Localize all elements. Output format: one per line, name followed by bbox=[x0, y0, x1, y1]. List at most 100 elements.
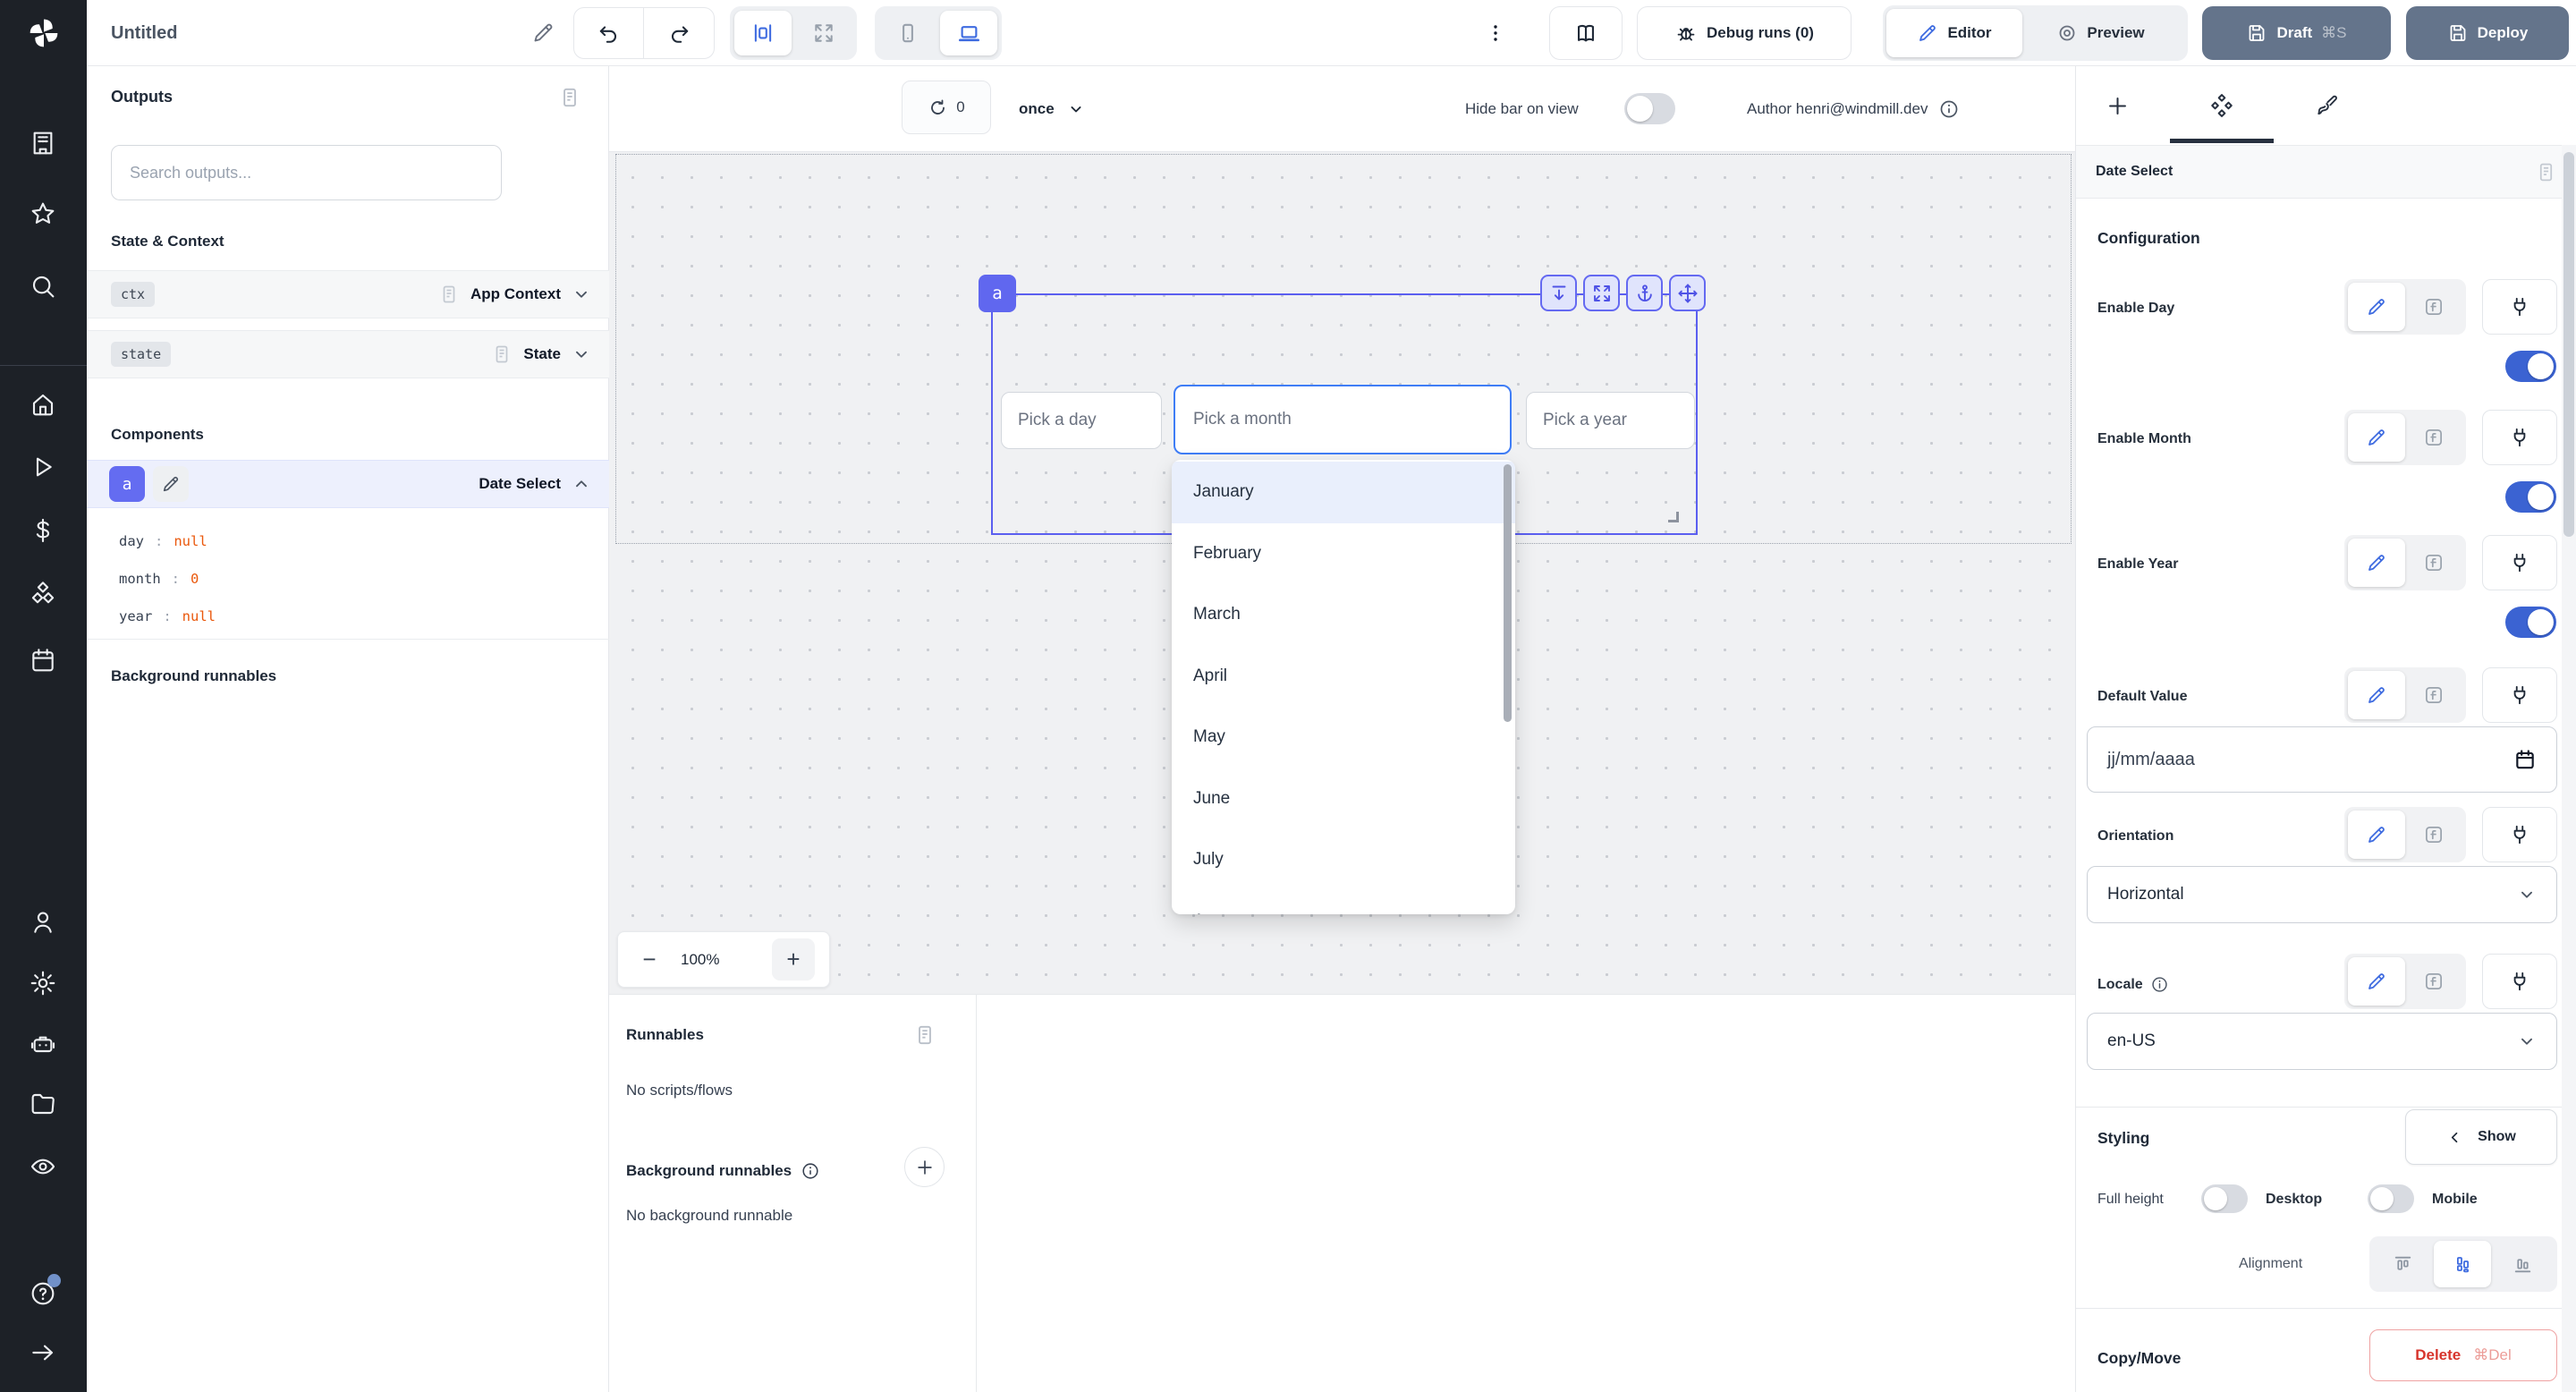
connect-input-button[interactable] bbox=[2482, 807, 2557, 862]
calendar-icon[interactable] bbox=[25, 642, 61, 678]
star-icon[interactable] bbox=[25, 196, 61, 232]
centered-layout-button[interactable] bbox=[734, 11, 792, 55]
connect-input-button[interactable] bbox=[2482, 667, 2557, 723]
expand-button[interactable] bbox=[1583, 275, 1620, 311]
panel-doc-icon[interactable] bbox=[2535, 161, 2557, 183]
play-icon[interactable] bbox=[25, 449, 61, 485]
mobile-view-button[interactable] bbox=[879, 11, 936, 55]
redo-button[interactable] bbox=[644, 8, 714, 58]
panel-scrollbar[interactable] bbox=[2562, 145, 2576, 1392]
static-editor-button[interactable] bbox=[2348, 957, 2405, 1006]
full-height-toggle[interactable] bbox=[2201, 1184, 2248, 1213]
expression-editor-button[interactable] bbox=[2405, 539, 2462, 587]
schedule-dropdown[interactable]: once bbox=[1019, 66, 1085, 152]
toggle-enable-year[interactable] bbox=[2505, 607, 2556, 638]
search-icon[interactable] bbox=[25, 268, 61, 304]
add-background-runnable-button[interactable] bbox=[904, 1147, 945, 1187]
static-editor-button[interactable] bbox=[2348, 671, 2405, 719]
output-row-state[interactable]: state State bbox=[87, 330, 609, 378]
gear-icon[interactable] bbox=[25, 965, 61, 1001]
output-row-component-a[interactable]: a Date Select bbox=[87, 460, 609, 508]
refresh-count-button[interactable]: 0 bbox=[902, 81, 991, 134]
year-picker-input[interactable]: Pick a year bbox=[1526, 392, 1695, 449]
default-value-date-input[interactable]: jj/mm/aaaa bbox=[2087, 726, 2557, 793]
desktop-toggle[interactable] bbox=[2368, 1184, 2414, 1213]
month-option-august[interactable]: August bbox=[1172, 891, 1515, 915]
app-canvas[interactable]: a Pick a day Pick a month Pick a year Ja… bbox=[609, 152, 2075, 994]
month-picker-input[interactable]: Pick a month bbox=[1174, 385, 1512, 454]
static-editor-button[interactable] bbox=[2348, 413, 2405, 462]
move-button[interactable] bbox=[1669, 275, 1706, 311]
help-icon[interactable] bbox=[25, 1276, 61, 1311]
align-center-button[interactable] bbox=[2434, 1241, 2491, 1287]
edit-component-id-icon[interactable] bbox=[153, 466, 189, 502]
zoom-out-button[interactable]: − bbox=[618, 946, 681, 973]
styling-show-button[interactable]: Show bbox=[2405, 1109, 2557, 1165]
more-menu-button[interactable] bbox=[1485, 14, 1506, 52]
delete-component-button[interactable]: Delete ⌘Del bbox=[2369, 1329, 2557, 1381]
full-width-layout-button[interactable] bbox=[795, 11, 852, 55]
expression-editor-button[interactable] bbox=[2405, 671, 2462, 719]
select-orientation[interactable]: Horizontal bbox=[2087, 866, 2557, 923]
connect-input-button[interactable] bbox=[2482, 535, 2557, 590]
dock-bottom-button[interactable] bbox=[1540, 275, 1577, 311]
expression-editor-button[interactable] bbox=[2405, 811, 2462, 859]
calendar-icon[interactable] bbox=[2513, 748, 2537, 771]
month-option-january[interactable]: January bbox=[1172, 462, 1515, 523]
toggle-enable-month[interactable] bbox=[2505, 481, 2556, 513]
month-option-july[interactable]: July bbox=[1172, 829, 1515, 891]
expression-editor-button[interactable] bbox=[2405, 413, 2462, 462]
debug-runs-button[interactable]: Debug runs (0) bbox=[1637, 6, 1852, 60]
connect-input-button[interactable] bbox=[2482, 410, 2557, 465]
month-option-april[interactable]: April bbox=[1172, 646, 1515, 708]
panel-doc-icon[interactable] bbox=[558, 86, 581, 109]
robot-icon[interactable] bbox=[25, 1026, 61, 1062]
static-editor-button[interactable] bbox=[2348, 811, 2405, 859]
tab-preview[interactable]: Preview bbox=[2022, 9, 2179, 57]
folder-icon[interactable] bbox=[25, 1086, 61, 1122]
output-row-ctx[interactable]: ctx App Context bbox=[87, 270, 609, 318]
dollar-icon[interactable] bbox=[25, 513, 61, 548]
month-option-june[interactable]: June bbox=[1172, 768, 1515, 830]
zoom-in-button[interactable]: + bbox=[772, 938, 815, 980]
resize-handle[interactable] bbox=[1668, 512, 1679, 522]
month-option-february[interactable]: February bbox=[1172, 523, 1515, 585]
expression-editor-button[interactable] bbox=[2405, 957, 2462, 1006]
tab-component-settings[interactable] bbox=[2199, 82, 2245, 129]
connect-input-button[interactable] bbox=[2482, 954, 2557, 1009]
align-bottom-button[interactable] bbox=[2494, 1241, 2551, 1287]
save-draft-button[interactable]: Draft ⌘S bbox=[2202, 6, 2391, 60]
expression-editor-button[interactable] bbox=[2405, 283, 2462, 331]
day-picker-input[interactable]: Pick a day bbox=[1001, 392, 1162, 449]
static-editor-button[interactable] bbox=[2348, 539, 2405, 587]
month-option-march[interactable]: March bbox=[1172, 584, 1515, 646]
home-icon[interactable] bbox=[25, 386, 61, 422]
building-icon[interactable] bbox=[25, 125, 61, 161]
toggle-enable-day[interactable] bbox=[2505, 351, 2556, 382]
rename-pencil-icon[interactable] bbox=[531, 21, 555, 45]
deploy-button[interactable]: Deploy bbox=[2406, 6, 2569, 60]
cubes-icon[interactable] bbox=[25, 577, 61, 613]
align-top-button[interactable] bbox=[2374, 1241, 2431, 1287]
connect-input-button[interactable] bbox=[2482, 279, 2557, 335]
anchor-button[interactable] bbox=[1626, 275, 1663, 311]
windmill-logo-icon[interactable] bbox=[0, 0, 87, 66]
search-outputs-input[interactable] bbox=[111, 145, 502, 200]
user-icon[interactable] bbox=[25, 904, 61, 940]
select-locale[interactable]: en-US bbox=[2087, 1013, 2557, 1070]
arrow-right-icon[interactable] bbox=[25, 1335, 61, 1371]
static-editor-button[interactable] bbox=[2348, 283, 2405, 331]
desktop-view-button[interactable] bbox=[940, 11, 997, 55]
chevron-down-icon[interactable] bbox=[572, 284, 591, 304]
chevron-down-icon[interactable] bbox=[572, 344, 591, 364]
chevron-up-icon[interactable] bbox=[572, 474, 591, 494]
tab-editor[interactable]: Editor bbox=[1886, 9, 2022, 57]
tab-global-styling[interactable] bbox=[2303, 82, 2350, 129]
hide-bar-toggle[interactable] bbox=[1624, 93, 1675, 124]
panel-doc-icon[interactable] bbox=[913, 1023, 936, 1047]
docs-button[interactable] bbox=[1549, 6, 1623, 60]
month-option-may[interactable]: May bbox=[1172, 707, 1515, 768]
eye-icon[interactable] bbox=[25, 1149, 61, 1184]
undo-button[interactable] bbox=[574, 8, 644, 58]
dropdown-scrollbar[interactable] bbox=[1504, 464, 1512, 722]
